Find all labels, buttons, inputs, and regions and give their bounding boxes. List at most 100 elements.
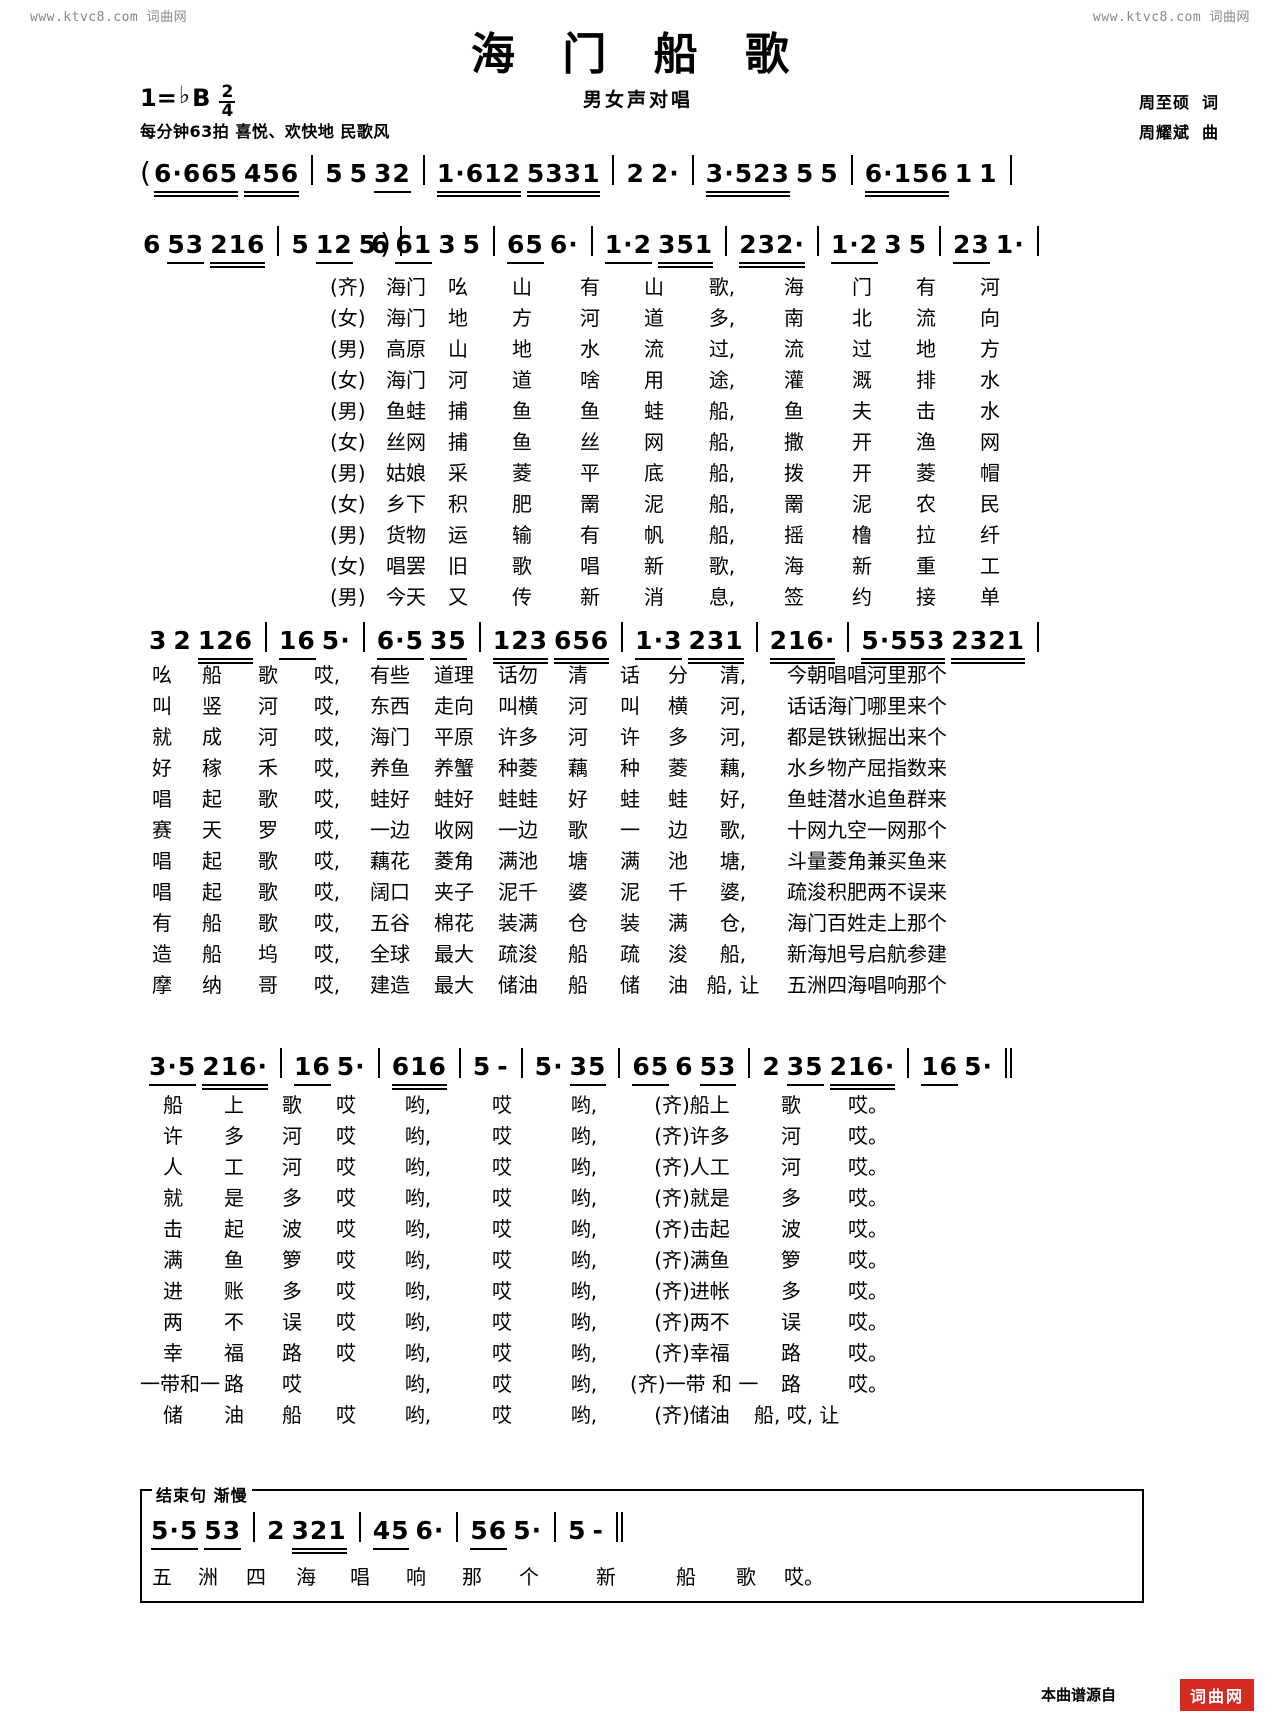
- lyric-syllable: 泥: [620, 880, 640, 904]
- note-group: 6·: [415, 1516, 444, 1554]
- brand-badge[interactable]: 词曲网: [1179, 1679, 1254, 1711]
- note-group: 2: [762, 1052, 780, 1090]
- lyric-syllable: 橹: [852, 523, 872, 547]
- lyric-syllable: 哎: [492, 1372, 512, 1396]
- note-group: 65: [507, 230, 544, 268]
- note-group: 5: [568, 1516, 586, 1554]
- lyric-syllable: 唱: [350, 1565, 370, 1589]
- lyric-syllable: 途,: [708, 368, 736, 392]
- barline: [377, 1048, 380, 1078]
- note-digits: 2: [267, 1516, 286, 1545]
- lyric-syllable: 向: [980, 306, 1000, 330]
- lyric-syllable: 哎: [492, 1403, 512, 1427]
- note-digits: 5·5: [151, 1516, 199, 1545]
- lyricist-credit: 周至硕词: [1139, 88, 1218, 118]
- lyric-syllable: 哟,: [404, 1279, 432, 1303]
- lyric-syllable: 今朝唱唱河里那个: [787, 663, 947, 687]
- note-digits: 231: [688, 626, 744, 655]
- note-group: 5·: [337, 1052, 366, 1090]
- lyric-syllable: 丝网: [386, 430, 426, 454]
- coda-lyrics-block: 五 洲 四 海 唱 响 那 个 新 船 歌 哎。: [140, 1562, 834, 1593]
- lyric-syllable: 海门百姓走上那个: [787, 911, 947, 935]
- lyric-syllable: 路: [781, 1372, 801, 1396]
- lyric-syllable: 池: [668, 849, 688, 873]
- lyric-syllable: 藕: [568, 756, 588, 780]
- lyric-syllable: 丝: [580, 430, 600, 454]
- note-digits: 2·: [650, 159, 680, 188]
- lyric-syllable: 方: [512, 306, 532, 330]
- note-digits: 5: [472, 1052, 492, 1081]
- barline: [748, 1048, 751, 1078]
- lyric-syllable: 十网九空一网那个: [787, 818, 947, 842]
- lyric-syllable: 成: [202, 725, 222, 749]
- lyric-syllable: 四: [246, 1565, 266, 1589]
- barline: [478, 622, 481, 652]
- lyric-syllable: 水: [580, 337, 600, 361]
- note-group: 1: [979, 159, 997, 197]
- lyric-syllable: 鱼: [512, 430, 532, 454]
- lyric-syllable: 船,: [708, 399, 736, 423]
- lyric-syllable: 蛙: [668, 787, 688, 811]
- note-group: 6·5: [376, 626, 425, 664]
- lyric-syllable: 过: [852, 337, 872, 361]
- lyric-syllable: 哎: [336, 1279, 356, 1303]
- lyric-syllable: 收网: [434, 818, 474, 842]
- lyric-syllable: 重: [916, 554, 936, 578]
- lyric-syllable: 有: [580, 523, 600, 547]
- lyric-syllable: 天: [202, 818, 222, 842]
- lyric-syllable: 夹子: [434, 880, 474, 904]
- lyric-syllable: 约: [852, 585, 872, 609]
- barline: [1037, 622, 1040, 652]
- lyric-syllable: 多: [224, 1124, 244, 1148]
- lyric-syllable: 疏: [620, 942, 640, 966]
- lyric-syllable: 鱼蛙潜水追鱼群来: [787, 787, 947, 811]
- lyric-syllable: 溉: [852, 368, 872, 392]
- page-title: 海 门 船 歌: [471, 29, 805, 80]
- lyric-syllable: 哥: [258, 973, 278, 997]
- note-digits: 456: [244, 159, 300, 188]
- notation-stave-4: 3 2 126 16 5· 6·5 35 123 656 1·3 231 216· 5·553 2321: [146, 622, 1048, 664]
- note-digits: 5: [908, 230, 927, 259]
- note-group: 5: [473, 1052, 491, 1090]
- lyric-syllable: 吆: [448, 275, 468, 299]
- lyric-syllable: 话: [620, 663, 640, 687]
- note-group: 65: [632, 1052, 669, 1090]
- lyric-syllable: 船: [202, 942, 222, 966]
- lyric-syllable: 全球: [370, 942, 410, 966]
- lyric-row: (女) 海门河 道 啥 用 途, 灌 溉 排 水: [330, 365, 1022, 396]
- lyric-syllable: 海门: [386, 275, 426, 299]
- lyric-syllable: 边: [668, 818, 688, 842]
- lyric-syllable: 波: [282, 1217, 302, 1241]
- lyric-syllable: 又: [448, 585, 468, 609]
- lyric-syllable: 装满: [498, 911, 538, 935]
- note-digits: 123: [492, 626, 548, 655]
- lyric-row: 就 是 多 哎 哟, 哎 哟, (齐)就是 多 哎。: [140, 1183, 908, 1214]
- lyric-syllable: 吆: [152, 663, 172, 687]
- key-signature: 1= ♭ B 2 4: [140, 81, 236, 121]
- note-digits: 2321: [951, 626, 1026, 655]
- lyric-syllable: 地: [448, 306, 468, 330]
- lyric-syllable: 哎: [492, 1155, 512, 1179]
- lyric-syllable: (齐)满鱼: [654, 1248, 730, 1272]
- lyric-syllable: 船,: [719, 942, 747, 966]
- note-digits: 1·2: [604, 230, 653, 259]
- note-digits: 35: [569, 1052, 607, 1081]
- lyric-syllable: 网: [644, 430, 664, 454]
- note-digits: 5·: [534, 1052, 564, 1081]
- lyric-syllable: 婆,: [719, 880, 747, 904]
- lyric-syllable: 乡下: [386, 492, 426, 516]
- note-group: 23: [953, 230, 990, 268]
- notation-stave-5: 3·5 216· 16 5· 616 5-5· 35 65 6 53 2 35 216· 16 5·: [146, 1048, 1016, 1090]
- lyric-syllable: 河: [258, 694, 278, 718]
- tempo-marking: 每分钟63拍 喜悦、欢快地 民歌风: [140, 122, 390, 141]
- lyric-syllable: 哎,: [313, 818, 341, 842]
- note-digits: 1: [979, 159, 998, 188]
- lyric-syllable: 路: [781, 1341, 801, 1365]
- barline: [615, 1512, 618, 1542]
- lyric-syllable: 旧: [448, 554, 468, 578]
- lyric-syllable: 满: [163, 1248, 183, 1272]
- note-digits: 5·553: [861, 626, 946, 655]
- note-group: 5·: [322, 626, 351, 664]
- lyric-row: 唱起歌哎, 藕花 菱角 满池塘满池塘, 斗量菱角兼买鱼来: [140, 846, 970, 877]
- barline: [847, 622, 850, 652]
